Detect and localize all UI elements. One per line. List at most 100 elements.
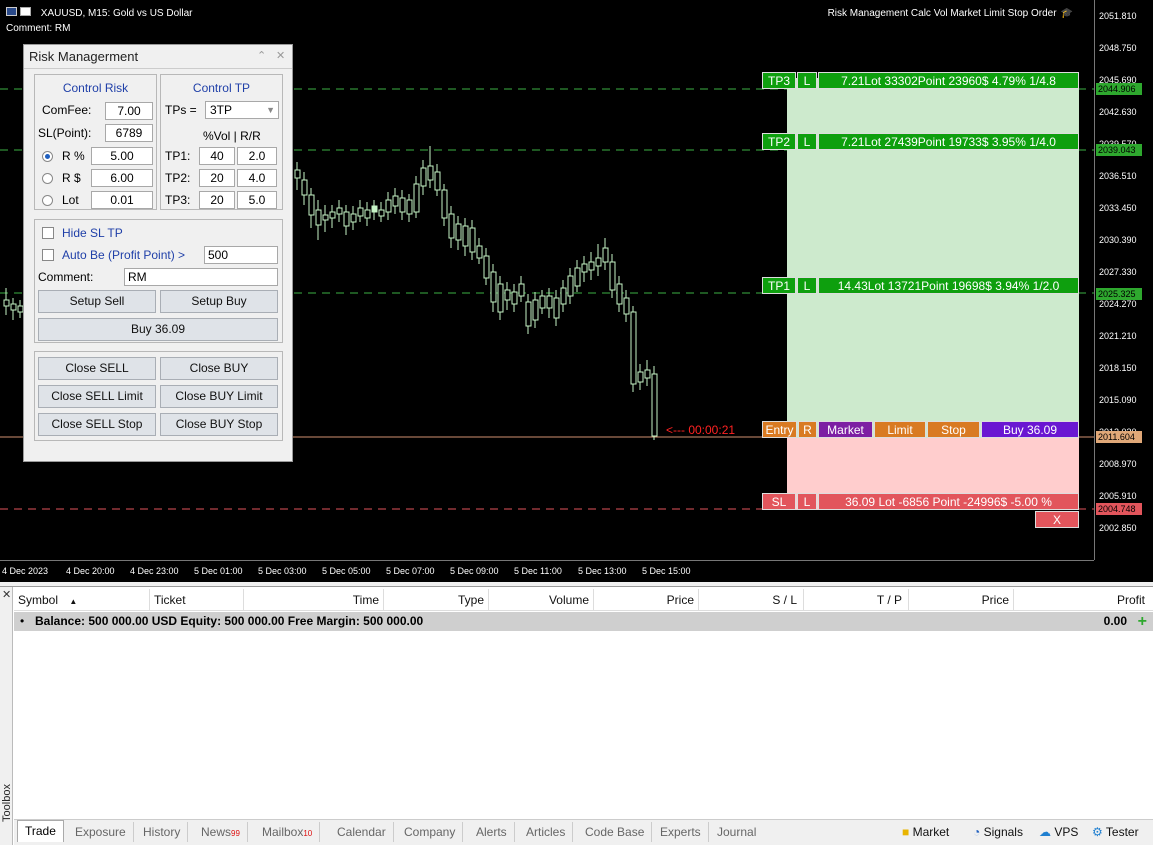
auto-be-checkbox[interactable]: [42, 249, 54, 261]
price-tick: 2030.390: [1099, 235, 1137, 245]
tp3-vol-input[interactable]: 20: [199, 191, 235, 209]
chart-menu-icon[interactable]: [6, 6, 34, 21]
candle-body: [315, 209, 322, 226]
candle-body: [371, 205, 378, 213]
risk-percent-radio[interactable]: [42, 151, 53, 162]
lot-input[interactable]: 0.01: [91, 191, 153, 209]
tester-button[interactable]: ⚙ Tester: [1092, 825, 1139, 839]
candle-body: [623, 297, 630, 315]
plus-icon[interactable]: +: [1138, 612, 1147, 631]
time-tick: 5 Dec 03:00: [258, 566, 307, 576]
close-lines-button[interactable]: X: [1035, 511, 1079, 528]
candle-body: [504, 289, 511, 301]
tab-exposure[interactable]: Exposure: [68, 822, 134, 842]
column-sl[interactable]: S / L: [699, 589, 804, 611]
balance-row[interactable]: • Balance: 500 000.00 USD Equity: 500 00…: [14, 612, 1153, 631]
market-button[interactable]: ■ Market: [902, 825, 949, 839]
sl-point-input[interactable]: 6789: [105, 124, 153, 142]
close-buy-limit-button[interactable]: Close BUY Limit: [160, 385, 278, 408]
column-current-price[interactable]: Price: [909, 589, 1014, 611]
time-axis[interactable]: 4 Dec 2023 4 Dec 20:00 4 Dec 23:00 5 Dec 01…: [0, 560, 1094, 582]
tp2-line-button[interactable]: L: [797, 133, 817, 150]
minimize-icon[interactable]: ⌃: [257, 49, 266, 62]
tps-select[interactable]: 3TP ▼: [205, 101, 279, 119]
tp3-label[interactable]: TP3: [762, 72, 796, 89]
candle-body: [609, 261, 616, 291]
tp3-rr-input[interactable]: 5.0: [237, 191, 277, 209]
candle-body: [560, 287, 567, 305]
sl-label[interactable]: SL: [762, 493, 796, 510]
tp1-line-button[interactable]: L: [797, 277, 817, 294]
tab-trade[interactable]: Trade: [17, 820, 64, 842]
lot-radio[interactable]: [42, 195, 53, 206]
tp1-label[interactable]: TP1: [762, 277, 796, 294]
candle-body: [322, 214, 329, 221]
risk-usd-input[interactable]: 6.00: [91, 169, 153, 187]
close-icon[interactable]: ✕: [276, 49, 285, 62]
column-type[interactable]: Type: [384, 589, 489, 611]
price-level-tag: 2044.906: [1096, 83, 1142, 95]
entry-reset-button[interactable]: R: [798, 421, 817, 438]
tp2-rr-input[interactable]: 4.0: [237, 169, 277, 187]
tab-mailbox[interactable]: Mailbox10: [255, 822, 321, 842]
tab-history[interactable]: History: [136, 822, 189, 842]
risk-management-panel[interactable]: Risk Managerment ⌃ ✕ Control Risk ComFee…: [23, 44, 293, 462]
tp2-info: 7.21Lot 27439Point 19733$ 3.95% 1/4.0: [818, 133, 1079, 150]
entry-label[interactable]: Entry: [762, 421, 797, 438]
setup-sell-button[interactable]: Setup Sell: [38, 290, 156, 313]
risk-usd-radio[interactable]: [42, 173, 53, 184]
signals-button[interactable]: ◔ Signals: [973, 825, 1023, 839]
tab-experts[interactable]: Experts: [653, 822, 709, 842]
close-buy-stop-button[interactable]: Close BUY Stop: [160, 413, 278, 436]
column-volume[interactable]: Volume: [489, 589, 594, 611]
vps-button[interactable]: ☁ VPS: [1039, 825, 1078, 839]
column-time[interactable]: Time: [244, 589, 384, 611]
market-order-button[interactable]: Market: [818, 421, 873, 438]
tab-code-base[interactable]: Code Base: [578, 822, 653, 842]
column-price[interactable]: Price: [594, 589, 699, 611]
tab-mailbox-label: Mailbox: [262, 825, 304, 839]
tab-journal[interactable]: Journal: [710, 822, 763, 842]
comfee-input[interactable]: 7.00: [105, 102, 153, 120]
buy-execute-button[interactable]: Buy 36.09: [981, 421, 1079, 438]
close-sell-button[interactable]: Close SELL: [38, 357, 156, 380]
auto-be-input[interactable]: 500: [204, 246, 278, 264]
setup-buy-button[interactable]: Setup Buy: [160, 290, 278, 313]
close-buy-button[interactable]: Close BUY: [160, 357, 278, 380]
close-icon[interactable]: ✕: [2, 588, 11, 601]
hide-sl-tp-checkbox[interactable]: [42, 227, 54, 239]
tab-calendar[interactable]: Calendar: [330, 822, 394, 842]
column-tp[interactable]: T / P: [804, 589, 909, 611]
tp1-vol-input[interactable]: 40: [199, 147, 235, 165]
limit-order-button[interactable]: Limit: [874, 421, 926, 438]
risk-percent-input[interactable]: 5.00: [91, 147, 153, 165]
tab-alerts[interactable]: Alerts: [469, 822, 515, 842]
comment-input[interactable]: RM: [124, 268, 278, 286]
close-sell-stop-button[interactable]: Close SELL Stop: [38, 413, 156, 436]
tp2-vol-input[interactable]: 20: [199, 169, 235, 187]
candle-body: [357, 207, 364, 217]
stop-order-button[interactable]: Stop: [927, 421, 980, 438]
vps-label: VPS: [1054, 825, 1079, 839]
sl-point-label: SL(Point):: [38, 126, 92, 140]
tp3-line-button[interactable]: L: [797, 72, 817, 89]
tp2-label[interactable]: TP2: [762, 133, 796, 150]
signals-label: Signals: [983, 825, 1023, 839]
tab-articles[interactable]: Articles: [519, 822, 574, 842]
candle-body: [651, 373, 658, 437]
tab-news[interactable]: News99: [194, 822, 248, 842]
tab-company[interactable]: Company: [397, 822, 464, 842]
price-axis[interactable]: 2051.8102048.7502045.6902042.6302039.570…: [1094, 0, 1153, 560]
candle-body: [406, 199, 413, 215]
sl-line-button[interactable]: L: [797, 493, 817, 510]
buy-button[interactable]: Buy 36.09: [38, 318, 278, 341]
column-ticket[interactable]: Ticket: [150, 589, 244, 611]
column-profit[interactable]: Profit: [1014, 589, 1149, 611]
close-sell-limit-button[interactable]: Close SELL Limit: [38, 385, 156, 408]
candle-body: [532, 299, 539, 321]
risk-usd-label: R $: [62, 171, 81, 185]
candle-body: [574, 267, 581, 287]
tp1-rr-input[interactable]: 2.0: [237, 147, 277, 165]
column-symbol[interactable]: Symbol ▲: [14, 589, 150, 611]
expert-name[interactable]: Risk Management Calc Vol Market Limit St…: [828, 8, 1073, 19]
